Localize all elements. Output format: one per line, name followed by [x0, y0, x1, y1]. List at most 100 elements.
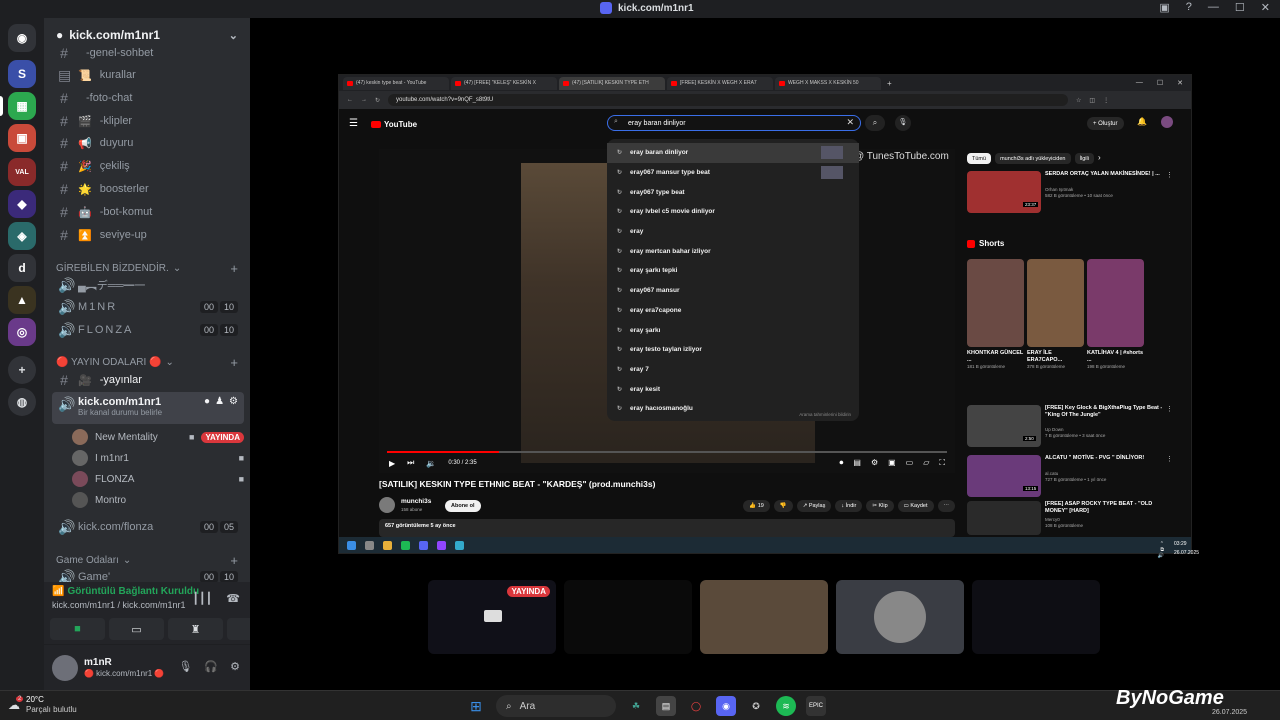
disconnect-icon[interactable]: ☎	[226, 592, 240, 605]
clip-button[interactable]: ✂ Klip	[866, 500, 894, 512]
chevron-right-icon[interactable]: ›	[1098, 153, 1101, 164]
autoplay-toggle[interactable]: ⏺	[839, 458, 843, 468]
server-icon-8[interactable]: ▲	[8, 286, 36, 314]
short-item[interactable]: ERAY İLE ERA7CAPO... 378 B görüntüleme	[1027, 259, 1084, 369]
voice-user-m1nr1[interactable]: I m1nr1 ■	[72, 448, 244, 468]
captions-icon[interactable]: ▤	[853, 458, 861, 468]
video-description[interactable]: 657 görüntüleme 5 ay önce	[379, 519, 955, 537]
chip-related[interactable]: İlgili	[1074, 153, 1094, 164]
participant-tile-stream[interactable]: YAYINDA	[428, 580, 556, 654]
channel-kurallar[interactable]: ▤ 📜 kurallar	[52, 64, 244, 86]
voice-user-flonza[interactable]: FLONZA ■	[72, 469, 244, 489]
participant-tile-avatar[interactable]	[836, 580, 964, 654]
minimize-icon[interactable]: —	[1136, 79, 1143, 87]
voice-user-montro[interactable]: Montro	[72, 490, 244, 510]
close-icon[interactable]: ✕	[1177, 79, 1183, 87]
suggestion-item[interactable]: ↻ eray era7capone	[607, 301, 859, 321]
browser-tab[interactable]: WEGH X MAKSS X KESKİN 50	[775, 76, 881, 90]
forward-icon[interactable]: →	[361, 97, 367, 103]
server-icon-3[interactable]: ▣	[8, 124, 36, 152]
headphones-icon[interactable]: 🎧	[204, 660, 218, 673]
voice-channel-m1nr[interactable]: 🔊 M1NR 00 10	[52, 296, 244, 318]
channel-genel-sohbet[interactable]: # -genel-sohbet	[52, 42, 244, 64]
download-button[interactable]: ↓ İndir	[835, 500, 863, 512]
activity-button[interactable]: ♜	[168, 618, 223, 640]
voice-channel-active[interactable]: 🔊 kick.com/m1nr1 Bir kanal durumu belirl…	[52, 392, 244, 424]
volume-icon[interactable]: 🔉	[426, 459, 436, 468]
cast-icon[interactable]: ▱	[923, 458, 929, 468]
youtube-logo[interactable]: YouTube	[371, 120, 417, 129]
microphone-icon[interactable]: 🎙	[178, 660, 192, 673]
server-icon-d[interactable]: d	[8, 254, 36, 282]
maximize-icon[interactable]: ☐	[1157, 79, 1163, 87]
short-item[interactable]: KHONTKAR GÜNCEL ... 181 B görüntüleme	[967, 259, 1024, 369]
suggestion-item[interactable]: ↻ eray kesit	[607, 379, 859, 399]
channel-bot-komut[interactable]: # 🤖 -bot-komut	[52, 201, 244, 223]
start-icon[interactable]: ⊞	[466, 696, 486, 716]
spotify-icon[interactable]: ≋	[776, 696, 796, 716]
related-video[interactable]: 13:15 ALCATU " MOTİVE - PVG " DİNLİYOR! …	[967, 455, 1177, 499]
channel-yayinlar[interactable]: # 🎥 -yayınlar	[52, 369, 244, 391]
bookmark-icon[interactable]: ☆	[1076, 97, 1081, 104]
more-icon[interactable]: ⋮	[1166, 171, 1173, 179]
opera-icon[interactable]: ◯	[686, 696, 706, 716]
suggestion-item[interactable]: ↻ eray067 mansur	[607, 281, 859, 301]
notifications-icon[interactable]: 🔔	[1137, 117, 1147, 126]
discover-icon[interactable]: ◍	[8, 388, 36, 416]
account-avatar[interactable]	[1161, 116, 1173, 128]
channel-foto-chat[interactable]: # -foto-chat	[52, 87, 244, 109]
add-server-icon[interactable]: +	[8, 356, 36, 384]
related-video[interactable]: 2:50 [FREE] Key Glock & BigXthaPlug Type…	[967, 405, 1177, 449]
channel-avatar[interactable]	[379, 497, 395, 513]
subscribe-button[interactable]: Abone ol	[445, 500, 481, 512]
hamburger-icon[interactable]: ☰	[349, 118, 358, 129]
taskbar-search[interactable]: ⌕ Ara	[496, 695, 616, 717]
channel-name[interactable]: munchi3s	[401, 498, 431, 505]
miniplayer-icon[interactable]: ▣	[888, 458, 896, 468]
channel-status[interactable]: Bir kanal durumu belirle	[78, 408, 162, 417]
suggestion-item[interactable]: ↻ eray lvbel c5 movie dinliyor	[607, 202, 859, 222]
extensions-icon[interactable]: ◫	[1089, 97, 1095, 104]
category-yayin-odalari[interactable]: 🔴 YAYIN ODALARI 🔴 ⌄ +	[56, 355, 238, 370]
server-icon-1[interactable]: S	[8, 60, 36, 88]
inbox-icon[interactable]: ▣	[1159, 1, 1169, 14]
chip-all[interactable]: Tümü	[967, 153, 992, 164]
save-button[interactable]: ▭ Kaydet	[897, 500, 934, 512]
server-icon-9[interactable]: ◎	[8, 318, 36, 346]
gear-icon[interactable]: ⚙	[229, 396, 238, 407]
effects-button[interactable]: ✦	[227, 618, 250, 640]
screen-share-button[interactable]: ▭	[109, 618, 164, 640]
voice-channel-gun[interactable]: 🔊 ▄︻デ══━一	[52, 274, 244, 296]
browser-tab[interactable]: (47) [FREE] "KELEŞ" KESKİN X	[451, 76, 557, 90]
play-icon[interactable]: ▶	[389, 459, 395, 468]
clear-search-icon[interactable]: ✕	[846, 117, 854, 128]
maximize-button[interactable]: ☐	[1235, 1, 1245, 14]
channel-duyuru[interactable]: # 📢 duyuru	[52, 132, 244, 154]
suggestion-item[interactable]: ↻ eray şarkı tepki	[607, 261, 859, 281]
channel-boosterler[interactable]: # 🌟 boosterler	[52, 178, 244, 200]
chat-icon[interactable]: ●	[204, 396, 210, 407]
related-video[interactable]: 23:37 SERDAR ORTAÇ YALAN MAKİNESİNDE! | …	[967, 171, 1177, 215]
menu-icon[interactable]: ⋮	[1103, 97, 1109, 104]
palm-app-icon[interactable]: ☘	[626, 696, 646, 716]
voice-user-new-mentality[interactable]: New Mentality ■ YAYINDA	[72, 427, 244, 447]
browser-tab-active[interactable]: (47) [SATILIK] KESKIN TYPE ETH	[559, 76, 665, 90]
participant-tile[interactable]	[564, 580, 692, 654]
help-icon[interactable]: ?	[1186, 1, 1192, 14]
report-predictions-link[interactable]: Arama tahminlerini bildirin	[799, 412, 851, 417]
next-icon[interactable]: ⏭	[407, 458, 414, 468]
discord-icon[interactable]: ◉	[716, 696, 736, 716]
server-icon-5[interactable]: ◆	[8, 190, 36, 218]
server-icon-valorin[interactable]: VAL	[8, 158, 36, 186]
reload-icon[interactable]: ↻	[375, 97, 380, 104]
invite-icon[interactable]: ♟	[215, 396, 224, 407]
participant-tile-camera[interactable]	[700, 580, 828, 654]
settings-icon[interactable]: ⚙	[871, 458, 878, 468]
search-button[interactable]: ⌕	[865, 115, 885, 131]
channel-seviye-up[interactable]: # ⏫ seviye-up	[52, 224, 244, 246]
search-input[interactable]: ⌕ eray baran dinliyor ✕	[607, 115, 861, 131]
server-icon-2[interactable]: ▦	[8, 92, 36, 120]
minimize-button[interactable]: —	[1208, 1, 1219, 14]
suggestion-item[interactable]: ↻ eray 7	[607, 360, 859, 380]
stream-stage[interactable]: (47) keskin type beat - YouTube (47) [FR…	[250, 18, 1280, 690]
